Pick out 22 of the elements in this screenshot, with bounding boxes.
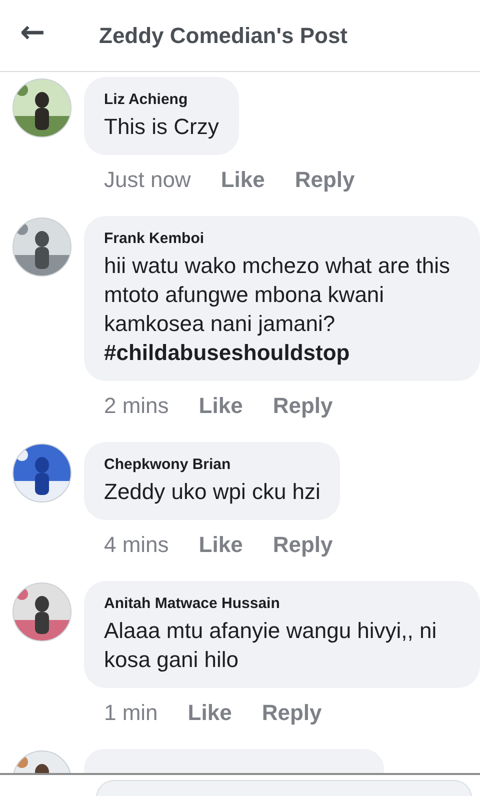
like-link[interactable]: Like — [188, 700, 232, 726]
back-button[interactable]: ← — [0, 15, 70, 56]
comment-text: Zeddy uko wpi cku hzi — [104, 478, 320, 506]
like-link[interactable]: Like — [220, 167, 265, 193]
like-link[interactable]: Like — [198, 393, 243, 419]
author-name[interactable]: Chepkwony Brian — [104, 456, 320, 473]
author-name[interactable]: Frank Kemboi — [104, 230, 460, 247]
comment-text: This is Crzy — [104, 113, 219, 141]
page-title: Zeddy Comedian's Post — [99, 22, 348, 48]
author-name[interactable]: Anitah Matwace Hussain — [104, 595, 460, 612]
timestamp: 4 mins — [104, 532, 169, 558]
reply-link[interactable]: Reply — [272, 532, 333, 558]
like-link[interactable]: Like — [198, 532, 243, 558]
reply-link[interactable]: Reply — [294, 167, 355, 193]
comment-text: Alaaa mtu afanyie wangu hivyi,, ni kosa gani hilo — [104, 617, 438, 674]
reply-link[interactable]: Reply — [262, 700, 322, 726]
author-name[interactable]: Liz Achieng — [104, 91, 219, 108]
reply-link[interactable]: Reply — [272, 393, 333, 419]
comment-text: hii watu wako mchezo what are this mtoto afungwe mbona kwani kamkosea nani jamani? #childabuseshouldstop — [104, 252, 452, 367]
timestamp: 2 mins — [104, 393, 169, 419]
timestamp: 1 min — [104, 700, 158, 726]
timestamp: Just now — [104, 167, 191, 193]
